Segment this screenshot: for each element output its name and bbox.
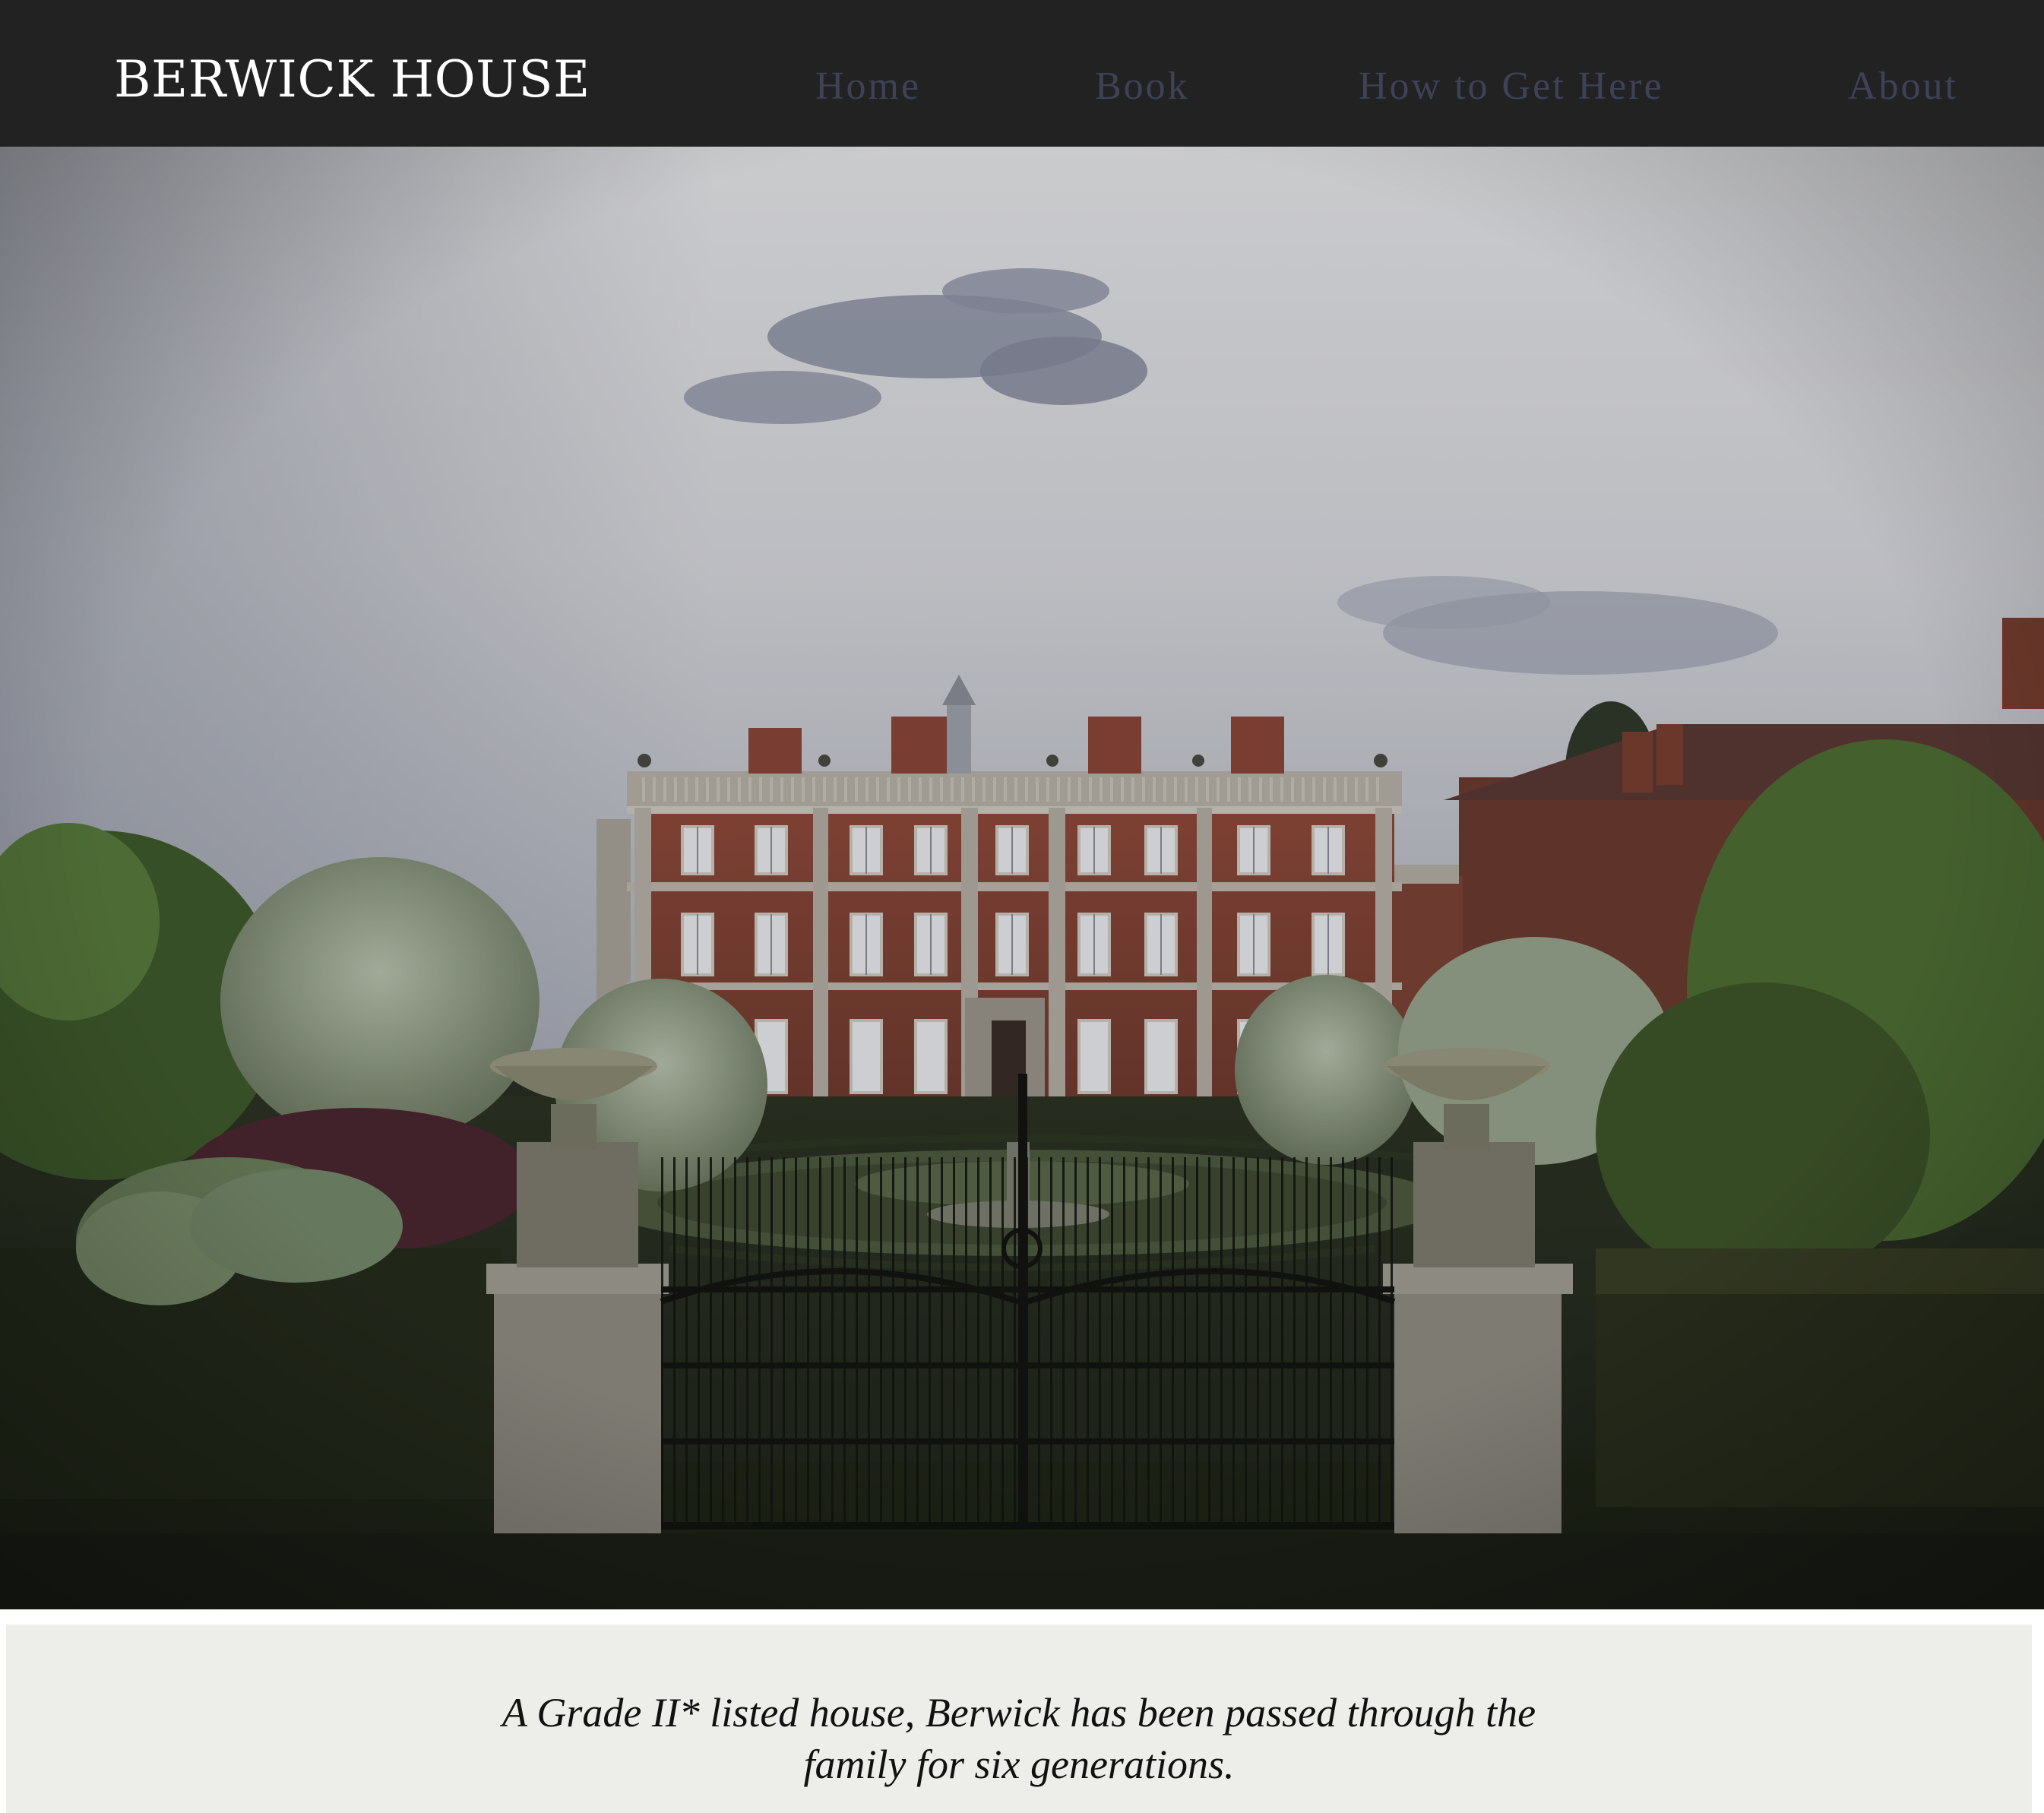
nav-home-link[interactable]: Home (815, 67, 921, 106)
site-header: BERWICK HOUSE Home Book How to Get Here … (0, 0, 2044, 147)
house-photo (0, 147, 2044, 1609)
nav-how-to-get-here-link[interactable]: How to Get Here (1359, 67, 1664, 106)
intro-line-1: A Grade II* listed house, Berwick has be… (502, 1690, 1536, 1735)
nav-book-link[interactable]: Book (1095, 67, 1190, 106)
hero-image (0, 147, 2044, 1609)
intro-line-2: family for six generations. (803, 1742, 1235, 1787)
intro-text: A Grade II* listed house, Berwick has be… (6, 1687, 2032, 1790)
nav-about-link[interactable]: About (1848, 67, 1958, 106)
intro-panel: A Grade II* listed house, Berwick has be… (6, 1625, 2032, 1813)
site-logo[interactable]: BERWICK HOUSE (114, 55, 590, 105)
